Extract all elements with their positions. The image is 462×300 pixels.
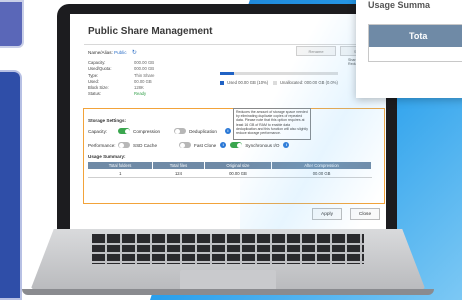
share-info-key: Status: <box>88 91 102 97</box>
page-title: Public Share Management <box>88 26 213 37</box>
unallocated-swatch <box>272 80 277 85</box>
column-header: Total folders <box>88 162 154 169</box>
share-name-label: Name/Alias: <box>88 50 113 55</box>
table-row: 1 124 00.00 GB 00.00 GB <box>88 169 372 178</box>
column-header: Original size <box>204 162 273 169</box>
sync-io-label: Synchronous I/O <box>245 142 280 148</box>
keyboard <box>92 234 364 264</box>
column-header: After Compression <box>271 162 372 169</box>
usage-summary-table: Total folders Total files Original size … <box>88 162 372 178</box>
fast-clone-toggle[interactable] <box>179 142 192 148</box>
usage-bar <box>220 72 338 75</box>
share-name-value[interactable]: Public <box>114 50 127 55</box>
share-info-list: Capacity: 000.00 GB Used/Quota: 000.00 GB Ty… <box>88 60 154 98</box>
compression-toggle[interactable] <box>118 128 130 134</box>
sync-io-toggle[interactable] <box>230 142 243 148</box>
info-icon[interactable]: i <box>283 142 290 148</box>
used-swatch <box>220 80 224 85</box>
table-cell: 1 <box>88 169 153 178</box>
performance-label: Performance: <box>88 142 116 148</box>
fast-clone-label: Fast Clone <box>194 142 217 148</box>
apply-button[interactable]: Apply <box>312 208 342 220</box>
ssd-cache-label: SSD Cache <box>133 142 158 148</box>
compression-label: Compression <box>133 128 161 134</box>
close-button[interactable]: Close <box>350 208 380 220</box>
capacity-row: Capacity: Compression Deduplication i <box>88 128 231 134</box>
share-info-row: Status: Ready <box>88 91 154 97</box>
deduplication-label: Deduplication <box>189 128 217 134</box>
legend-used: Used 00.00 GB (10%) <box>227 80 269 85</box>
laptop-screen: Public Share Management Name/Alias: Publ… <box>70 14 386 230</box>
laptop-lip <box>22 289 434 295</box>
usage-summary-label: Usage Summary: <box>88 154 126 159</box>
usage-bar-fill <box>220 72 235 75</box>
info-icon[interactable]: i <box>224 128 231 134</box>
info-icon[interactable]: i <box>220 142 227 148</box>
capacity-label: Capacity: <box>88 128 108 134</box>
table-cell: 124 <box>152 169 205 178</box>
divider <box>84 44 380 45</box>
legend-unallocated: Unallocated: 000.00 GB (0.0%) <box>279 80 338 85</box>
storage-settings-label: Storage Settings: <box>88 118 127 123</box>
table-cell: 00.00 GB <box>271 169 372 178</box>
share-info-value: Ready <box>134 91 147 97</box>
share-name-row: Name/Alias: Public ↻ <box>88 49 137 56</box>
column-header: Total files <box>152 162 205 169</box>
card-table: Tota <box>368 24 462 62</box>
deduplication-toggle[interactable] <box>174 128 187 134</box>
decorative-panel-top-left <box>0 0 24 48</box>
decorative-panel-bottom-left <box>0 70 22 300</box>
table-cell: 00.00 GB <box>204 169 272 178</box>
card-title: Usage Summa <box>368 0 431 10</box>
refresh-icon[interactable]: ↻ <box>132 50 137 56</box>
ssd-cache-toggle[interactable] <box>118 142 130 148</box>
help-tooltip: Reduces the amount of storage space need… <box>233 108 311 140</box>
usage-summary-card: Usage Summa Tota <box>356 0 462 98</box>
rename-button[interactable]: Rename <box>296 46 336 56</box>
card-table-header: Tota <box>369 25 462 47</box>
performance-row: Performance: SSD Cache Fast Clone i Sync… <box>88 142 290 148</box>
usage-legend: Used 00.00 GB (10%) Unallocated: 000.00 … <box>220 80 338 85</box>
